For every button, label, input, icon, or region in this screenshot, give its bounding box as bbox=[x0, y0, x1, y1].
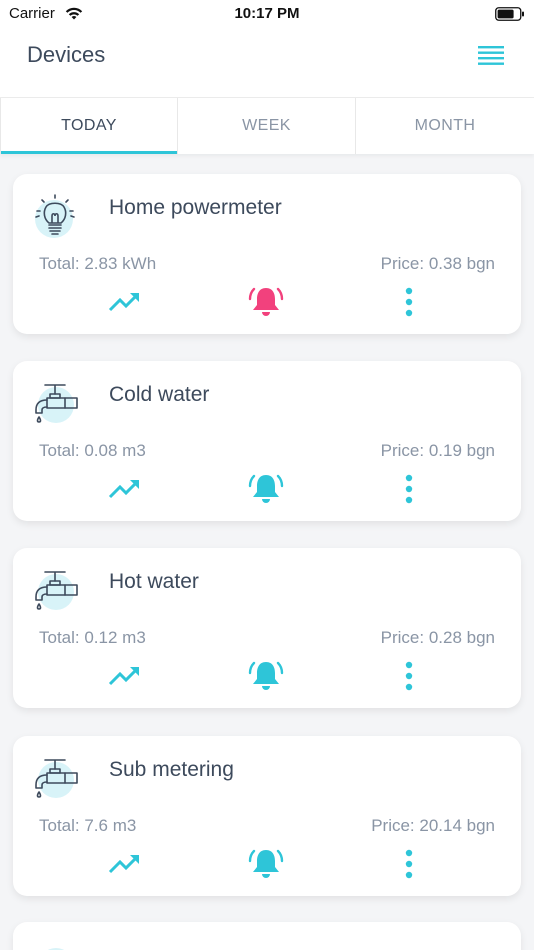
water-tap-icon bbox=[35, 759, 78, 798]
hamburger-menu-icon[interactable] bbox=[478, 44, 504, 66]
device-card-sub-metering[interactable]: Sub metering Total: 7.6 m3 Price: 20.14 … bbox=[13, 736, 521, 896]
bell-ringing-icon bbox=[248, 661, 284, 690]
page-title: Devices bbox=[27, 42, 106, 67]
trending-up-icon bbox=[108, 479, 140, 499]
device-name: Home powermeter bbox=[109, 196, 282, 219]
bell-ringing-icon bbox=[248, 849, 284, 878]
trending-up-icon bbox=[108, 666, 140, 686]
device-total: Total: 0.08 m3 bbox=[39, 441, 146, 460]
device-card-cold-water[interactable]: Cold water Total: 0.08 m3 Price: 0.19 bg… bbox=[13, 361, 521, 521]
device-name: Cold water bbox=[109, 383, 210, 406]
trend-button[interactable] bbox=[107, 846, 143, 882]
status-bar: Carrier 10:17 PM bbox=[0, 0, 534, 28]
trend-button[interactable] bbox=[107, 471, 143, 507]
device-total: Total: 7.6 m3 bbox=[39, 816, 137, 835]
alert-button[interactable] bbox=[248, 658, 284, 694]
more-options-button[interactable] bbox=[397, 846, 421, 882]
device-name: Hot water bbox=[109, 570, 199, 593]
device-total: Total: 0.12 m3 bbox=[39, 628, 146, 647]
alert-button[interactable] bbox=[248, 846, 284, 882]
period-tabs: TODAY WEEK MONTH bbox=[0, 98, 534, 154]
device-price: Price: 0.19 bgn bbox=[380, 441, 495, 460]
device-price: Price: 0.38 bgn bbox=[380, 254, 495, 273]
alert-button[interactable] bbox=[248, 471, 284, 507]
device-total: Total: 2.83 kWh bbox=[39, 254, 157, 273]
tab-today[interactable]: TODAY bbox=[0, 98, 178, 154]
more-options-button[interactable] bbox=[397, 471, 421, 507]
trending-up-icon bbox=[108, 854, 140, 874]
trend-button[interactable] bbox=[107, 658, 143, 694]
more-vertical-icon bbox=[405, 849, 413, 879]
more-options-button[interactable] bbox=[397, 658, 421, 694]
more-vertical-icon bbox=[405, 474, 413, 504]
more-vertical-icon bbox=[405, 287, 413, 317]
device-price: Price: 0.28 bgn bbox=[380, 628, 495, 647]
lightbulb-icon bbox=[35, 194, 75, 238]
bell-ringing-icon bbox=[248, 474, 284, 503]
device-card-partial[interactable] bbox=[13, 922, 521, 950]
device-card-home-powermeter[interactable]: Home powermeter Total: 2.83 kWh Price: 0… bbox=[13, 174, 521, 334]
bell-ringing-icon bbox=[248, 287, 284, 316]
wifi-device-icon bbox=[47, 948, 65, 950]
tab-week[interactable]: WEEK bbox=[178, 98, 356, 154]
clock: 10:17 PM bbox=[234, 5, 300, 22]
more-options-button[interactable] bbox=[397, 284, 421, 320]
alert-button[interactable] bbox=[248, 284, 284, 320]
header: Devices bbox=[0, 28, 534, 98]
device-price: Price: 20.14 bgn bbox=[371, 816, 495, 835]
trending-up-icon bbox=[108, 292, 140, 312]
device-card-hot-water[interactable]: Hot water Total: 0.12 m3 Price: 0.28 bgn bbox=[13, 548, 521, 708]
water-tap-icon bbox=[35, 571, 78, 610]
battery-icon bbox=[495, 7, 524, 21]
device-name: Sub metering bbox=[109, 758, 234, 781]
water-tap-icon bbox=[35, 384, 78, 423]
trend-button[interactable] bbox=[107, 284, 143, 320]
tab-month[interactable]: MONTH bbox=[356, 98, 534, 154]
more-vertical-icon bbox=[405, 661, 413, 691]
